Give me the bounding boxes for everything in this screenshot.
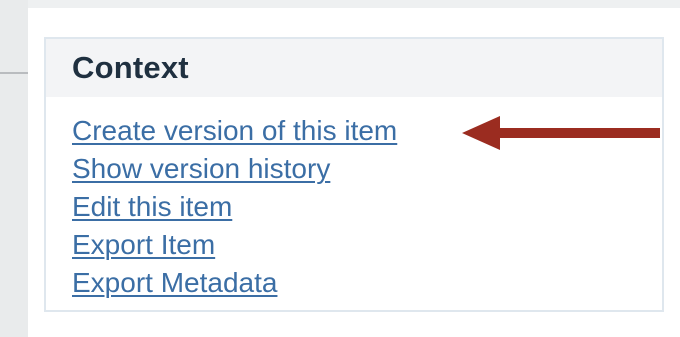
- arrow-left-icon: [462, 116, 660, 150]
- arrow-shaft: [496, 128, 660, 138]
- list-item: Show version history: [72, 150, 662, 188]
- list-item: Edit this item: [72, 188, 662, 226]
- edit-item-link[interactable]: Edit this item: [72, 191, 232, 222]
- show-version-history-link[interactable]: Show version history: [72, 153, 330, 184]
- create-version-link[interactable]: Create version of this item: [72, 115, 397, 146]
- panel-title: Context: [72, 50, 189, 85]
- list-item: Export Item: [72, 226, 662, 264]
- arrow-head: [462, 116, 500, 150]
- panel-header: Context: [46, 39, 662, 97]
- context-panel: Context Create version of this item Show…: [44, 37, 664, 312]
- export-metadata-link[interactable]: Export Metadata: [72, 267, 277, 298]
- list-item: Export Metadata: [72, 264, 662, 302]
- export-item-link[interactable]: Export Item: [72, 229, 215, 260]
- page-left-margin: [0, 0, 28, 337]
